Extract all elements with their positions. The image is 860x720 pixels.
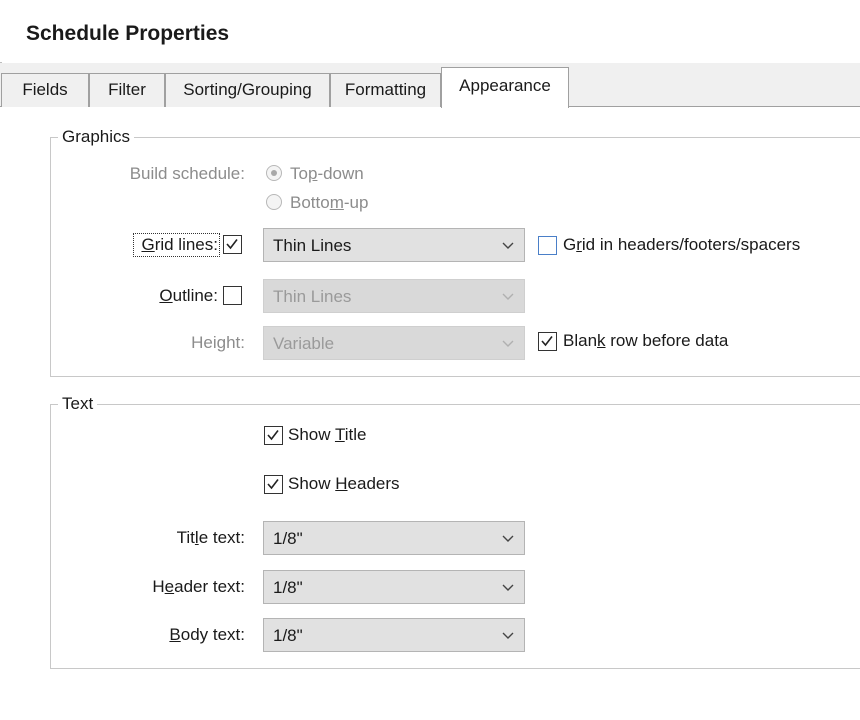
show-headers-label: Show Headers [288, 474, 400, 493]
outline-value: Thin Lines [273, 287, 352, 306]
grid-lines-label: Grid lines: [141, 235, 218, 254]
graphics-legend: Graphics [58, 127, 135, 147]
tab-filter-label: Filter [108, 80, 146, 99]
tab-sorting-grouping-label: Sorting/Grouping [183, 80, 312, 99]
tab-fields-label: Fields [22, 80, 68, 99]
chevron-down-icon [502, 584, 514, 591]
chevron-down-icon [502, 242, 514, 249]
height-dropdown[interactable]: Variable [263, 326, 525, 360]
chevron-down-icon [502, 293, 514, 300]
body-text-value: 1/8" [273, 626, 303, 645]
blank-row-checkbox[interactable] [538, 332, 557, 351]
blank-row-label: Blank row before data [563, 331, 729, 350]
title-text-dropdown[interactable]: 1/8" [263, 521, 525, 555]
chevron-down-icon [502, 632, 514, 639]
show-title-checkbox[interactable] [264, 426, 283, 445]
top-down-label: Top-down [290, 164, 364, 183]
header-text-value: 1/8" [273, 578, 303, 597]
tab-fields[interactable]: Fields [1, 73, 89, 107]
grid-lines-dropdown[interactable]: Thin Lines [263, 228, 525, 262]
height-value: Variable [273, 334, 335, 353]
outline-label: Outline: [159, 286, 218, 305]
chevron-down-icon [502, 535, 514, 542]
top-down-radio[interactable] [266, 165, 282, 181]
header-text-label: Header text: [152, 577, 245, 596]
grid-headers-label: Grid in headers/footers/spacers [563, 235, 801, 254]
header-text-dropdown[interactable]: 1/8" [263, 570, 525, 604]
tab-strip: Fields Filter Sorting/Grouping Formattin… [0, 63, 860, 108]
outline-checkbox[interactable] [223, 286, 242, 305]
build-schedule-label: Build schedule: [129, 164, 245, 183]
body-text-label: Body text: [169, 625, 245, 644]
grid-headers-checkbox[interactable] [538, 236, 557, 255]
tab-formatting-label: Formatting [344, 80, 427, 99]
title-text-value: 1/8" [273, 529, 303, 548]
grid-lines-value: Thin Lines [273, 236, 352, 255]
bottom-up-radio[interactable] [266, 194, 282, 210]
tab-filter[interactable]: Filter [89, 73, 165, 107]
height-label: Height: [191, 333, 245, 352]
chevron-down-icon [502, 340, 514, 347]
body-text-dropdown[interactable]: 1/8" [263, 618, 525, 652]
title-text-label: Title text: [176, 528, 245, 547]
tab-sorting-grouping[interactable]: Sorting/Grouping [165, 73, 330, 107]
grid-lines-checkbox[interactable] [223, 235, 242, 254]
tab-formatting[interactable]: Formatting [330, 73, 441, 107]
bottom-up-label: Bottom-up [290, 193, 369, 212]
dialog-title: Schedule Properties [26, 22, 230, 45]
show-headers-checkbox[interactable] [264, 475, 283, 494]
tab-content-appearance: Graphics Build schedule: Top-down Bottom… [0, 107, 860, 720]
tab-appearance[interactable]: Appearance [441, 67, 569, 108]
outline-dropdown[interactable]: Thin Lines [263, 279, 525, 313]
text-legend: Text [58, 394, 98, 414]
show-title-label: Show Title [288, 425, 367, 444]
tab-appearance-label: Appearance [459, 76, 551, 95]
dialog-titlebar: Schedule Properties [0, 0, 860, 62]
